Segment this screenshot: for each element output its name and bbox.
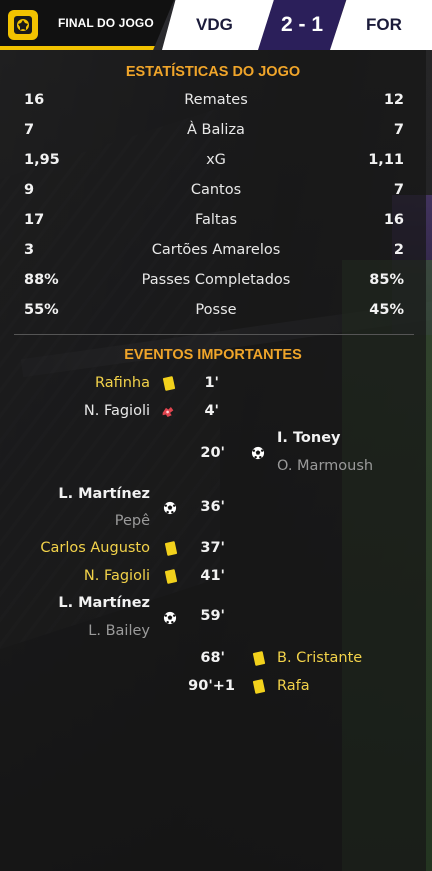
stats-title: ESTATÍSTICAS DO JOGO [125, 64, 301, 80]
stat-away-value: 7 [393, 122, 404, 138]
event-assist-home: Pepê [114, 513, 150, 529]
stat-away-value: 45% [369, 302, 404, 318]
event-minute: 59' [200, 608, 225, 624]
away-team-name: FOR [366, 15, 402, 34]
stat-row: 9 Cantos 7 [0, 182, 426, 212]
stat-row: 17 Faltas 16 [0, 212, 426, 242]
status-underline [0, 46, 156, 50]
stat-label: Passes Completados [141, 272, 291, 288]
event-player-home[interactable]: L. Martínez [58, 595, 150, 611]
stat-label: Cantos [190, 182, 242, 198]
competition-logo-icon [8, 10, 38, 40]
match-status: FINAL DO JOGO [58, 16, 154, 30]
football-icon [251, 446, 265, 460]
stat-away-value: 2 [393, 242, 404, 258]
stat-label: Cartões Amarelos [151, 242, 281, 258]
event-assist-home: L. Bailey [88, 623, 150, 639]
event-player-away[interactable]: I. Toney [277, 430, 341, 446]
stat-row: 7 À Baliza 7 [0, 122, 426, 152]
events-title: EVENTOS IMPORTANTES [124, 347, 302, 363]
event-minute: 37' [200, 540, 225, 556]
stat-row: 1,95 xG 1,11 [0, 152, 426, 182]
event-minute: 20' [200, 445, 225, 461]
event-minute: 36' [200, 499, 225, 515]
match-status-bar: FINAL DO JOGO [0, 0, 174, 50]
event-minute: 68' [200, 650, 225, 666]
stat-row: 16 Remates 12 [0, 92, 426, 122]
event-minute: 4' [204, 403, 219, 419]
event-player-home[interactable]: L. Martínez [58, 486, 150, 502]
stat-label: Posse [195, 302, 237, 318]
event-player-home[interactable]: Carlos Augusto [40, 540, 150, 556]
stat-label: Faltas [194, 212, 238, 228]
event-player-home[interactable]: Rafinha [95, 375, 150, 391]
event-player-home[interactable]: N. Fagioli [84, 403, 150, 419]
event-player-away[interactable]: Rafa [277, 678, 310, 694]
stat-away-value: 12 [383, 92, 404, 108]
event-player-away[interactable]: B. Cristante [277, 650, 362, 666]
match-score: 2 - 1 [280, 13, 324, 36]
stat-label: Remates [184, 92, 248, 108]
stat-label: xG [206, 152, 226, 168]
stat-away-value: 7 [393, 182, 404, 198]
event-minute: 1' [204, 375, 219, 391]
stat-away-value: 16 [383, 212, 404, 228]
match-header: FINAL DO JOGO VDG 2 - 1 FOR [0, 0, 432, 50]
stat-row: 55% Posse 45% [0, 302, 426, 332]
home-team-name: VDG [196, 15, 233, 34]
section-divider [14, 334, 414, 335]
stat-row: 3 Cartões Amarelos 2 [0, 242, 426, 272]
event-minute: 41' [200, 568, 225, 584]
event-assist-away: O. Marmoush [277, 458, 374, 474]
stat-row: 88% Passes Completados 85% [0, 272, 426, 302]
stat-away-value: 1,11 [368, 152, 404, 168]
event-player-home[interactable]: N. Fagioli [84, 568, 150, 584]
stat-away-value: 85% [369, 272, 404, 288]
stat-label: À Baliza [187, 122, 245, 138]
event-minute: 90'+1 [188, 678, 235, 694]
